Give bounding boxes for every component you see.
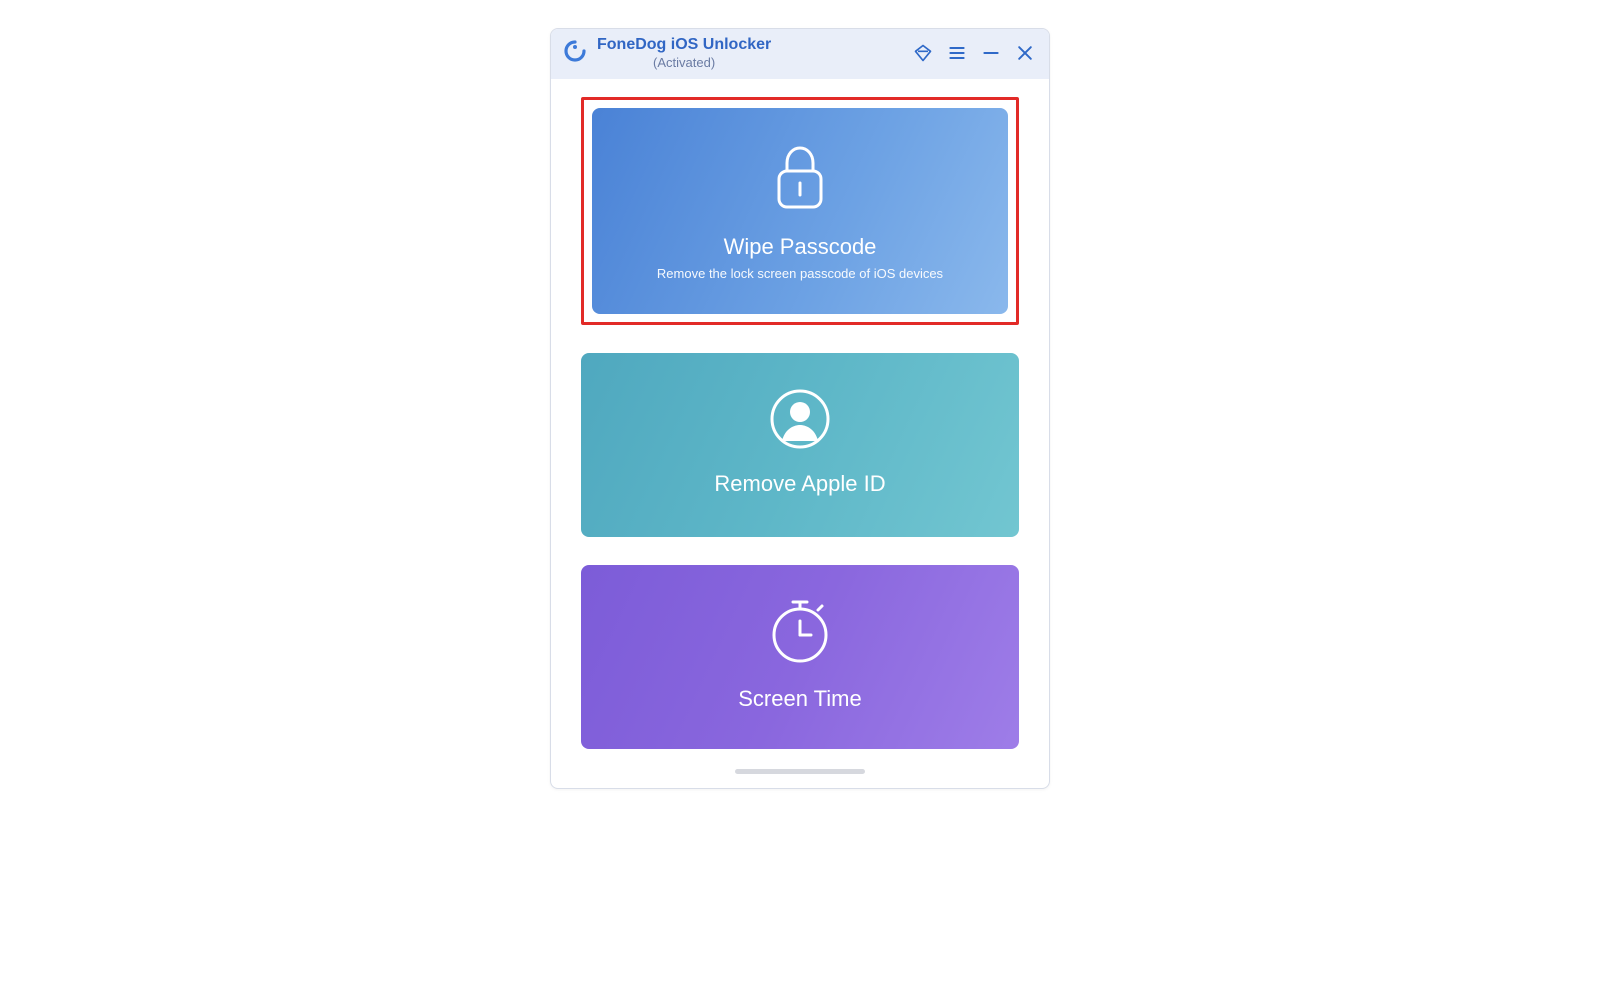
remove-apple-id-title: Remove Apple ID: [714, 471, 885, 497]
menu-icon[interactable]: [947, 43, 967, 63]
app-window: FoneDog iOS Unlocker (Activated): [550, 28, 1050, 789]
minimize-icon[interactable]: [981, 43, 1001, 63]
titlebar-controls: [913, 43, 1035, 63]
feedback-icon[interactable]: [913, 43, 933, 63]
titlebar-left: FoneDog iOS Unlocker (Activated): [561, 35, 771, 71]
lock-icon: [767, 141, 833, 218]
app-status: (Activated): [597, 55, 771, 71]
person-icon: [769, 388, 831, 455]
screen-time-title: Screen Time: [738, 686, 862, 712]
wipe-passcode-card[interactable]: Wipe Passcode Remove the lock screen pas…: [592, 108, 1008, 314]
main-content: Wipe Passcode Remove the lock screen pas…: [551, 79, 1049, 759]
close-icon[interactable]: [1015, 43, 1035, 63]
wipe-passcode-title: Wipe Passcode: [724, 234, 877, 260]
stopwatch-icon: [769, 597, 831, 670]
wipe-passcode-desc: Remove the lock screen passcode of iOS d…: [657, 266, 943, 281]
title-text-container: FoneDog iOS Unlocker (Activated): [597, 35, 771, 71]
screen-time-card[interactable]: Screen Time: [581, 565, 1019, 749]
app-logo-icon: [561, 39, 589, 67]
app-title: FoneDog iOS Unlocker: [597, 35, 771, 55]
remove-apple-id-card[interactable]: Remove Apple ID: [581, 353, 1019, 537]
handle-bar[interactable]: [735, 769, 865, 774]
highlight-box: Wipe Passcode Remove the lock screen pas…: [581, 97, 1019, 325]
titlebar: FoneDog iOS Unlocker (Activated): [551, 29, 1049, 79]
bottom-handle: [551, 759, 1049, 788]
